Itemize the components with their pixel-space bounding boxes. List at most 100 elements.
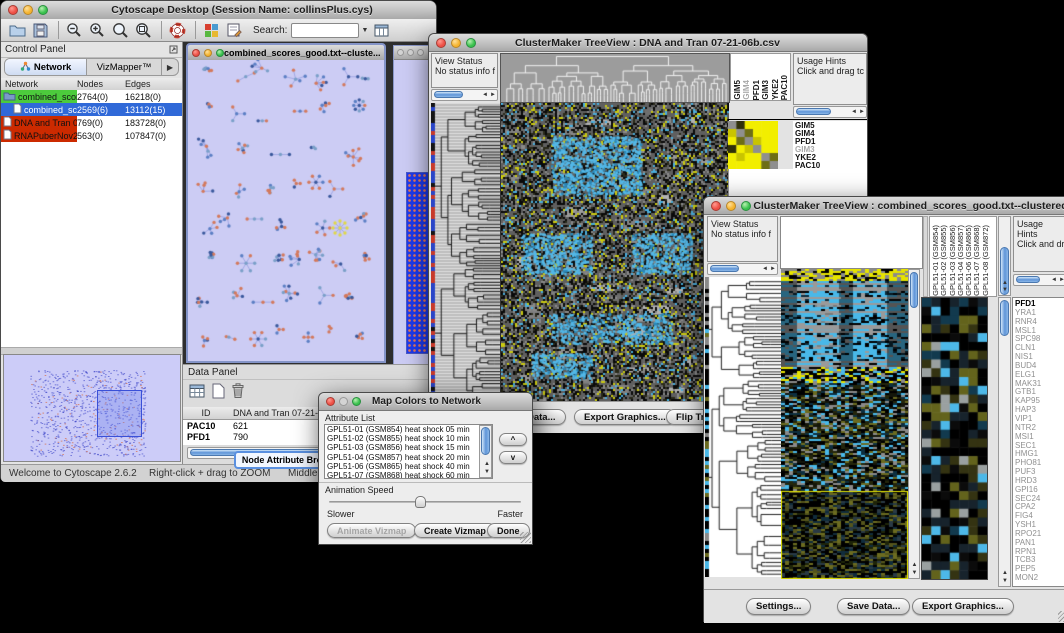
minimize-icon[interactable] [451,38,461,48]
label[interactable]: GPL51-03 (GSM856) heat shock 15 min [325,443,478,452]
close-icon[interactable] [436,38,446,48]
attribute-listbox: GPL51-01 (GSM854) heat shock 05 minGPL51… [324,424,493,479]
col-edges[interactable]: Edges [125,79,182,89]
column-labels-vscrollbar[interactable]: ▲ ▼ [998,216,1011,296]
zoom-in-icon[interactable] [87,21,107,39]
float-panel-icon[interactable] [169,41,178,59]
network-name-cell[interactable]: combined_sco [1,103,77,116]
zoom-out-icon[interactable] [64,21,84,39]
usage-hints-hscrollbar[interactable]: ◄► [793,106,867,118]
close-icon[interactable] [326,397,335,406]
network-view-canvas[interactable] [188,60,384,360]
resize-grip[interactable] [520,532,531,543]
label[interactable]: GPL51-04 (GSM857) heat shock 20 min [325,453,478,462]
label[interactable]: GPL51-02 (GSM855) heat shock 10 min [325,434,478,443]
annotation-icon[interactable] [224,21,244,39]
column-dendrogram-area[interactable] [780,216,923,269]
minimize-icon[interactable] [204,49,212,57]
tab-network[interactable]: Network [5,59,87,75]
create-vizmap-button[interactable]: Create Vizmap [414,523,496,538]
row-dendrogram-canvas[interactable] [431,103,500,401]
birdseye-view[interactable] [3,354,181,462]
zoom-heatmap-canvas[interactable] [921,297,988,580]
network-frame-1[interactable]: combined_scores_good.txt--cluste... [186,43,386,363]
file-icon [3,116,12,129]
col-id[interactable]: ID [183,408,229,418]
zoom-window-icon[interactable] [38,5,48,15]
export-graphics-button[interactable]: Export Graphics... [912,598,1014,615]
save-icon[interactable] [30,21,50,39]
row-dendrogram-canvas[interactable] [705,277,781,577]
zoom-window-icon[interactable] [352,397,361,406]
col-nodes[interactable]: Nodes [77,79,125,89]
heatmap-canvas[interactable] [500,103,729,401]
network-name-cell[interactable]: DNA and Tran 07 [1,116,77,129]
birdseye-canvas[interactable] [5,356,179,460]
slider-thumb[interactable] [415,496,426,508]
label: GPL51-08 (GSM872) [981,225,989,296]
edges-cell: 107847(0) [125,131,182,141]
attribute-list-vscrollbar[interactable]: ▲ ▼ [479,425,492,478]
new-attribute-icon[interactable] [212,383,225,404]
zoom-selected-icon[interactable] [133,21,153,39]
network-table-row[interactable]: combined_scores2764(0)16218(0) [1,90,182,103]
zoom-window-icon[interactable] [741,201,751,211]
network-table-row[interactable]: RNAPuberNov2+563(0)107847(0) [1,129,182,142]
network-table-row[interactable]: combined_sco2569(6)13112(15) [1,103,182,116]
heatmap-vscrollbar[interactable]: ▲ ▼ [908,269,920,579]
vizmapper-icon[interactable] [201,21,221,39]
label[interactable]: GPL51-07 (GSM868) heat shock 60 min [325,471,478,479]
main-titlebar[interactable]: Cytoscape Desktop (Session Name: collins… [1,1,436,20]
splitter[interactable] [923,216,928,297]
label[interactable]: GPL51-01 (GSM854) heat shock 05 min [325,425,478,434]
zoom-fit-icon[interactable] [110,21,130,39]
heatmap-canvas[interactable] [781,269,908,579]
view-status-hscrollbar[interactable]: ◄► [431,89,498,101]
minimize-icon[interactable] [726,201,736,211]
resize-grip[interactable] [1058,611,1064,622]
col-network[interactable]: Network [1,79,77,89]
delete-attribute-icon[interactable] [231,382,245,404]
settings-button[interactable]: Settings... [746,598,811,615]
minimize-icon[interactable] [339,397,348,406]
select-attributes-icon[interactable] [189,383,206,404]
zoom-window-icon[interactable] [216,49,224,57]
network-table-row[interactable]: DNA and Tran 07769(0)183728(0) [1,116,182,129]
minimize-icon[interactable] [23,5,33,15]
minimize-icon[interactable] [407,49,414,56]
search-input[interactable] [291,23,359,38]
search-dropdown-icon[interactable]: ▼ [361,27,368,34]
zoom-window-icon[interactable] [417,49,424,56]
treeview2-titlebar[interactable]: ClusterMaker TreeView : combined_scores_… [704,197,1064,215]
tab-overflow-arrow[interactable]: ▶ [162,59,178,75]
move-up-button[interactable]: ^ [499,433,527,446]
treeview1-titlebar[interactable]: ClusterMaker TreeView : DNA and Tran 07-… [429,34,867,52]
close-icon[interactable] [397,49,404,56]
view-status-hscrollbar[interactable]: ◄► [707,263,778,275]
close-icon[interactable] [8,5,18,15]
usage-hints-hscrollbar[interactable]: ◄► [1013,274,1064,286]
close-icon[interactable] [711,201,721,211]
window-controls[interactable] [8,5,48,15]
label[interactable]: GPL51-06 (GSM865) heat shock 40 min [325,462,478,471]
zoom-window-icon[interactable] [466,38,476,48]
nodes-cell: 2764(0) [77,92,125,102]
export-graphics-button[interactable]: Export Graphics... [574,409,676,425]
zoom-heatmap-canvas[interactable] [728,121,778,169]
gene-list-vscrollbar[interactable]: ▲ ▼ [998,297,1011,587]
attribute-table-icon[interactable] [372,21,392,39]
network-name-cell[interactable]: RNAPuberNov2+ [1,129,77,142]
help-icon[interactable] [167,21,187,39]
open-file-icon[interactable] [7,21,27,39]
move-down-button[interactable]: v [499,451,527,464]
label: GIM4 [742,80,751,100]
column-dendrogram-canvas[interactable] [500,53,730,103]
animate-vizmap-button[interactable]: Animate Vizmap [327,523,416,538]
animation-speed-slider[interactable] [329,495,521,509]
network-name-cell[interactable]: combined_scores [1,90,77,103]
save-data-button[interactable]: Save Data... [837,598,910,615]
tab-vizmapper[interactable]: VizMapper™ [87,59,162,75]
dialog-titlebar[interactable]: Map Colors to Network [319,393,532,411]
id-cell: PFD1 [183,432,229,442]
close-icon[interactable] [192,49,200,57]
